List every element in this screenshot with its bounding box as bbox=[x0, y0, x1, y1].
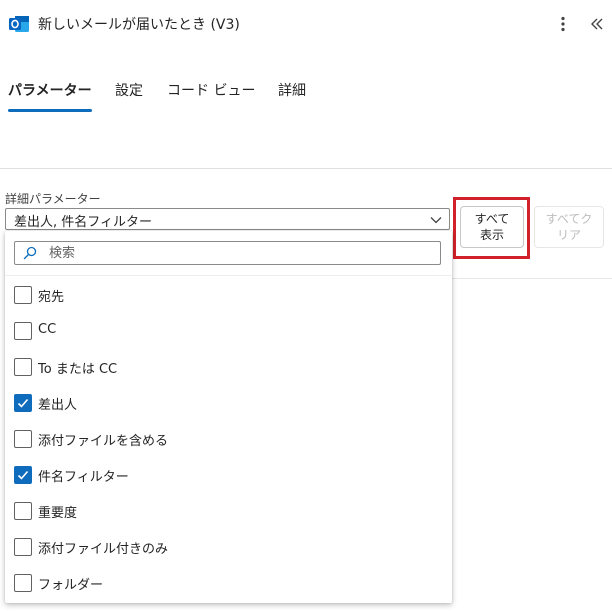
checkbox[interactable] bbox=[14, 358, 32, 376]
show-all-button[interactable]: すべて 表示 bbox=[460, 206, 524, 248]
option-label: 件名フィルター bbox=[38, 470, 129, 485]
option-label: 差出人 bbox=[38, 398, 78, 413]
advanced-parameters-label: 詳細パラメーター bbox=[5, 192, 101, 206]
tab-details[interactable]: 詳細 bbox=[278, 80, 306, 100]
combobox-value: 差出人, 件名フィルター bbox=[14, 215, 153, 230]
checkmark-icon bbox=[17, 398, 29, 408]
advanced-parameters-combobox[interactable]: 差出人, 件名フィルター bbox=[5, 208, 450, 230]
search-input[interactable] bbox=[49, 244, 429, 262]
option-subject-filter[interactable]: 件名フィルター bbox=[5, 457, 452, 493]
option-to-or-cc[interactable]: To または CC bbox=[5, 349, 452, 385]
option-to[interactable]: 宛先 bbox=[5, 277, 452, 313]
checkbox[interactable] bbox=[14, 538, 32, 556]
section-divider-right bbox=[452, 278, 612, 279]
checkbox[interactable] bbox=[14, 286, 32, 304]
active-tab-indicator bbox=[8, 109, 92, 112]
search-field[interactable] bbox=[14, 241, 441, 265]
section-divider bbox=[0, 168, 612, 169]
checkbox[interactable] bbox=[14, 502, 32, 520]
option-label: 添付ファイル付きのみ bbox=[38, 542, 169, 557]
option-cc[interactable]: CC bbox=[5, 313, 452, 349]
option-label: フォルダー bbox=[38, 578, 104, 593]
option-from[interactable]: 差出人 bbox=[5, 385, 452, 421]
option-label: 重要度 bbox=[38, 506, 78, 521]
option-importance[interactable]: 重要度 bbox=[5, 493, 452, 529]
checkbox-checked[interactable] bbox=[14, 394, 32, 412]
option-label: To または CC bbox=[38, 362, 118, 377]
clear-all-button[interactable]: すべてク リア bbox=[534, 206, 604, 248]
checkbox[interactable] bbox=[14, 574, 32, 592]
chevron-down-icon bbox=[430, 217, 442, 224]
checkbox[interactable] bbox=[14, 322, 32, 340]
more-vertical-icon bbox=[561, 16, 565, 32]
checkbox[interactable] bbox=[14, 430, 32, 448]
outlook-icon bbox=[8, 13, 30, 35]
search-divider bbox=[5, 275, 452, 276]
option-label: 添付ファイルを含める bbox=[38, 434, 169, 449]
tab-settings[interactable]: 設定 bbox=[115, 80, 143, 100]
search-icon bbox=[23, 246, 37, 260]
tab-code-view[interactable]: コード ビュー bbox=[167, 80, 255, 100]
checkmark-icon bbox=[17, 470, 29, 480]
option-label: 宛先 bbox=[38, 290, 65, 305]
option-only-with-attachments[interactable]: 添付ファイル付きのみ bbox=[5, 529, 452, 565]
more-options-button[interactable] bbox=[554, 12, 572, 36]
option-folder[interactable]: フォルダー bbox=[5, 565, 452, 601]
option-include-attachments[interactable]: 添付ファイルを含める bbox=[5, 421, 452, 457]
page-title: 新しいメールが届いたとき (V3) bbox=[38, 17, 240, 33]
collapse-panel-button[interactable] bbox=[586, 12, 608, 36]
tab-parameters[interactable]: パラメーター bbox=[8, 80, 92, 100]
checkbox-checked[interactable] bbox=[14, 466, 32, 484]
double-chevron-left-icon bbox=[591, 18, 603, 30]
option-label: CC bbox=[38, 322, 57, 337]
parameters-dropdown: 宛先 CC To または CC 差出人 添付ファイルを含める 件名フィルター 重… bbox=[5, 231, 452, 603]
